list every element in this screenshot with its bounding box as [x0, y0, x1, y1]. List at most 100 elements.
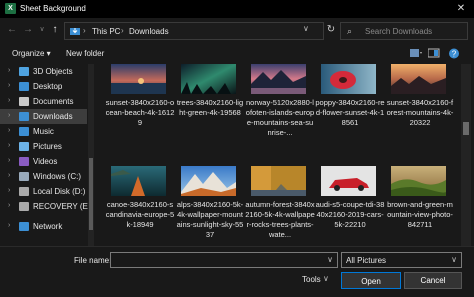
search-input[interactable]: Search Downloads: [365, 27, 432, 36]
poppy-flower-thumbnail: [321, 64, 376, 94]
sidebar-item-local-disk-d[interactable]: › Local Disk (D:): [0, 184, 87, 199]
content-scrollbar-thumb[interactable]: [463, 122, 469, 135]
sidebar-item-network[interactable]: › Network: [0, 219, 87, 234]
file-name: alps-3840x2160-5k-4k-wallpaper-mountains…: [176, 200, 244, 239]
open-button[interactable]: Open: [341, 272, 401, 289]
file-name: autumn-forest-3840x2160-5k-4k-wallpaper-…: [245, 200, 315, 239]
file-item[interactable]: audi-s5-coupe-tdi-3840x2160-2019-cars-5k…: [315, 166, 385, 246]
file-item[interactable]: sunset-3840x2160-forest-mountains-4k-203…: [385, 64, 455, 149]
folder-download-icon: [70, 28, 80, 35]
sidebar-item-recovery-e[interactable]: › RECOVERY (E:): [0, 199, 93, 214]
expand-chevron-icon[interactable]: ›: [8, 127, 10, 134]
music-icon: [19, 127, 29, 136]
expand-chevron-icon[interactable]: ›: [8, 82, 10, 89]
tools-button[interactable]: Tools: [302, 275, 321, 284]
chevron-down-icon[interactable]: ∨: [327, 255, 333, 264]
search-box[interactable]: ⌕ Search Downloads: [340, 22, 468, 40]
sidebar-item-windows-c[interactable]: › Windows (C:): [0, 169, 87, 184]
recent-locations-icon[interactable]: ∨: [36, 24, 48, 36]
breadcrumb-downloads[interactable]: Downloads: [129, 27, 169, 36]
chevron-down-icon: ∨: [451, 255, 457, 264]
chevron-down-icon[interactable]: ∨: [323, 274, 329, 283]
videos-icon: [19, 157, 29, 166]
title-bar: X Sheet Background ✕: [0, 0, 474, 18]
organize-button[interactable]: Organize ▾: [12, 49, 51, 58]
drive-windows-icon: [19, 172, 29, 181]
sidebar-item-music[interactable]: › Music: [0, 124, 87, 139]
3d-objects-icon: [19, 67, 29, 76]
sidebar-item-label: Desktop: [33, 82, 63, 91]
sidebar-scrollbar-thumb[interactable]: [89, 158, 93, 230]
autumn-forest-thumbnail: [251, 166, 306, 196]
file-item[interactable]: poppy-3840x2160-red-flower-sunset-4k-185…: [315, 64, 385, 149]
navigation-pane: › 3D Objects › Desktop › Documents › Dow…: [0, 64, 95, 246]
breadcrumb-this-pc[interactable]: This PC: [92, 27, 120, 36]
file-item[interactable]: alps-3840x2160-5k-4k-wallpaper-mountains…: [175, 166, 245, 246]
command-toolbar: Organize ▾ New folder ?: [0, 44, 474, 64]
close-button[interactable]: ✕: [454, 2, 468, 16]
content-scrollbar[interactable]: [461, 64, 471, 246]
expand-chevron-icon[interactable]: ›: [8, 222, 10, 229]
expand-chevron-icon[interactable]: ›: [8, 142, 10, 149]
sidebar-item-label: RECOVERY (E:): [33, 202, 93, 211]
refresh-icon[interactable]: ↻: [325, 24, 337, 36]
drive-icon: [19, 202, 29, 211]
file-name-label: File name:: [74, 256, 112, 265]
file-item[interactable]: sunset-3840x2160-ocean-beach-4k-16129: [105, 64, 175, 149]
expand-chevron-icon[interactable]: ›: [8, 157, 10, 164]
sidebar-item-videos[interactable]: › Videos: [0, 154, 87, 169]
sidebar-item-downloads[interactable]: › Downloads: [0, 109, 87, 124]
preview-pane-icon[interactable]: [428, 48, 440, 59]
address-bar[interactable]: › This PC › Downloads: [64, 22, 324, 40]
back-arrow-icon[interactable]: ←: [6, 24, 18, 36]
sidebar-item-documents[interactable]: › Documents: [0, 94, 87, 109]
navigation-bar: ← → ∨ ↑ › This PC › Downloads ∨ ↻ ⌕ Sear…: [0, 18, 474, 44]
file-item[interactable]: autumn-forest-3840x2160-5k-4k-wallpaper-…: [245, 166, 315, 246]
up-arrow-icon[interactable]: ↑: [49, 24, 61, 36]
sidebar-item-label: Local Disk (D:): [33, 187, 86, 196]
sidebar-item-3d-objects[interactable]: › 3D Objects: [0, 64, 87, 79]
sidebar-item-label: Videos: [33, 157, 58, 166]
desktop-icon: [19, 82, 29, 91]
downloads-icon: [19, 112, 29, 121]
address-dropdown-icon[interactable]: ∨: [303, 24, 309, 33]
file-name: audi-s5-coupe-tdi-3840x2160-2019-cars-5k…: [315, 200, 385, 229]
breadcrumb-separator: ›: [121, 26, 124, 35]
audi-car-thumbnail: [321, 166, 376, 196]
canoe-lake-thumbnail: [111, 166, 166, 196]
file-list: sunset-3840x2160-ocean-beach-4k-16129 tr…: [95, 64, 460, 246]
file-type-select[interactable]: All Pictures ∨: [341, 252, 462, 268]
sidebar-item-desktop[interactable]: › Desktop: [0, 79, 87, 94]
file-name: norway-5120x2880-lofoten-islands-europe-…: [245, 98, 315, 137]
file-name-input[interactable]: ∨: [110, 252, 338, 268]
pictures-icon: [19, 142, 29, 151]
file-name: poppy-3840x2160-red-flower-sunset-4k-185…: [315, 98, 385, 127]
forward-arrow-icon[interactable]: →: [22, 24, 34, 36]
file-name: canoe-3840x2160-scandinavia-europe-5k-18…: [105, 200, 175, 229]
expand-chevron-icon[interactable]: ›: [8, 112, 10, 119]
documents-icon: [19, 97, 29, 106]
expand-chevron-icon[interactable]: ›: [8, 187, 10, 194]
sidebar-item-label: 3D Objects: [33, 67, 73, 76]
expand-chevron-icon[interactable]: ›: [8, 172, 10, 179]
expand-chevron-icon[interactable]: ›: [8, 202, 10, 209]
file-item[interactable]: norway-5120x2880-lofoten-islands-europe-…: [245, 64, 315, 149]
expand-chevron-icon[interactable]: ›: [8, 97, 10, 104]
file-item[interactable]: canoe-3840x2160-scandinavia-europe-5k-18…: [105, 166, 175, 246]
sunset-beach-thumbnail: [111, 64, 166, 94]
cancel-button[interactable]: Cancel: [404, 272, 462, 289]
sidebar-item-pictures[interactable]: › Pictures: [0, 139, 87, 154]
sunset-forest-thumbnail: [391, 64, 446, 94]
open-button-label: Open: [361, 277, 381, 286]
expand-chevron-icon[interactable]: ›: [8, 67, 10, 74]
green-hills-thumbnail: [391, 166, 446, 196]
new-folder-button[interactable]: New folder: [66, 49, 104, 58]
help-icon[interactable]: ?: [448, 48, 460, 59]
sidebar-item-label: Documents: [33, 97, 74, 106]
file-item[interactable]: brown-and-green-mountain-view-photo-8427…: [385, 166, 455, 246]
file-item[interactable]: trees-3840x2160-light-green-4k-19568: [175, 64, 245, 149]
change-view-icon[interactable]: [410, 48, 422, 59]
sidebar-item-label: Downloads: [33, 112, 73, 121]
breadcrumb-separator: ›: [83, 26, 86, 35]
drive-icon: [19, 187, 29, 196]
